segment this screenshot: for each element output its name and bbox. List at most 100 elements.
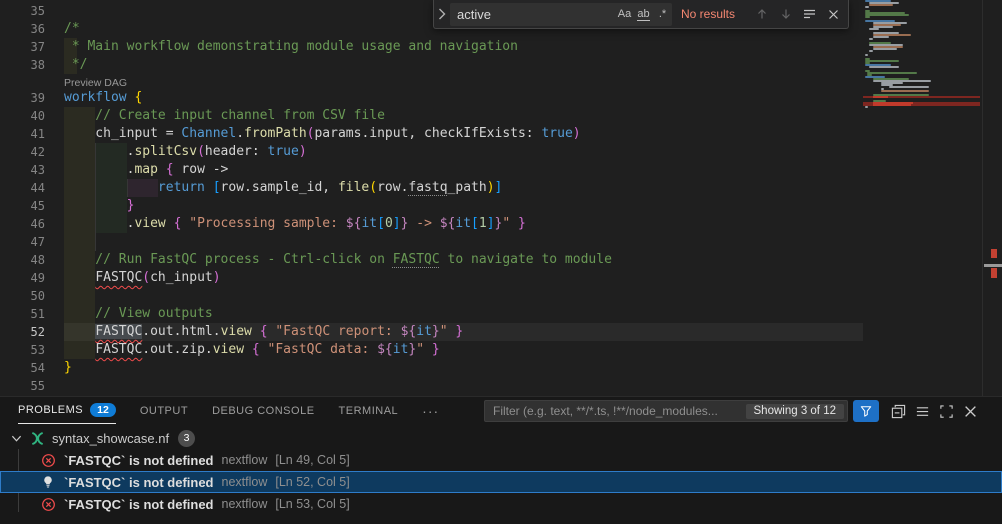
cursor-position-mark bbox=[984, 264, 1002, 267]
problem-message: `FASTQC` is not defined bbox=[64, 497, 214, 512]
close-find-button[interactable] bbox=[823, 4, 844, 25]
problem-location: [Ln 52, Col 5] bbox=[275, 475, 349, 489]
code-token: FASTQC bbox=[95, 324, 142, 339]
code-token: " bbox=[416, 342, 424, 357]
code-token bbox=[244, 342, 252, 357]
code-token: ] bbox=[393, 216, 401, 231]
code-token: "Processing sample: bbox=[189, 216, 346, 231]
code-token: view bbox=[134, 216, 165, 231]
code-token: file bbox=[338, 180, 369, 195]
code-token bbox=[64, 198, 127, 213]
problem-row[interactable]: `FASTQC` is not defined nextflow [Ln 53,… bbox=[0, 493, 1002, 515]
code-line[interactable]: } bbox=[64, 197, 863, 215]
error-icon bbox=[40, 496, 56, 512]
find-next-button[interactable] bbox=[775, 4, 796, 25]
code-editor[interactable]: 3536373839404142434445464748495051525354… bbox=[0, 0, 1002, 396]
code-line[interactable]: * Main workflow demonstrating module usa… bbox=[64, 38, 863, 56]
minimap-line bbox=[867, 72, 917, 74]
error-mark bbox=[991, 268, 997, 278]
code-token: row. bbox=[377, 180, 408, 195]
funnel-icon bbox=[860, 405, 872, 417]
line-number: 47 bbox=[0, 233, 64, 251]
editor-lines[interactable]: /* * Main workflow demonstrating module … bbox=[64, 2, 863, 395]
code-line[interactable]: .splitCsv(header: true) bbox=[64, 143, 863, 161]
code-line[interactable]: FASTQC(ch_input) bbox=[64, 269, 863, 287]
code-token: true bbox=[541, 126, 572, 141]
code-line[interactable]: .view { "Processing sample: ${it[0]} -> … bbox=[64, 215, 863, 233]
problem-row-selected[interactable]: `FASTQC` is not defined nextflow [Ln 52,… bbox=[0, 471, 1002, 493]
collapse-all-button[interactable] bbox=[890, 403, 907, 420]
selection-lines-icon bbox=[803, 8, 816, 20]
line-number: 41 bbox=[0, 125, 64, 143]
code-line[interactable] bbox=[64, 377, 863, 395]
line-number: 43 bbox=[0, 161, 64, 179]
tab-output[interactable]: OUTPUT bbox=[140, 397, 188, 424]
code-token: } bbox=[518, 216, 526, 231]
code-token bbox=[64, 270, 95, 285]
code-token: * Main workflow demonstrating module usa… bbox=[64, 39, 518, 54]
collapse-all-icon bbox=[891, 404, 906, 419]
code-token: row -> bbox=[174, 162, 229, 177]
code-line[interactable]: FASTQC.out.zip.view { "FastQC data: ${it… bbox=[64, 341, 863, 359]
bottom-panel: PROBLEMS 12 OUTPUT DEBUG CONSOLE TERMINA… bbox=[0, 396, 1002, 524]
code-line[interactable]: ch_input = Channel.fromPath(params.input… bbox=[64, 125, 863, 143]
close-panel-button[interactable] bbox=[962, 403, 979, 420]
code-line[interactable]: */ bbox=[64, 56, 863, 74]
line-number: 35 bbox=[0, 2, 64, 20]
maximize-panel-button[interactable] bbox=[938, 403, 955, 420]
filter-funnel-button[interactable] bbox=[853, 400, 879, 422]
tab-debug-console[interactable]: DEBUG CONSOLE bbox=[212, 397, 314, 424]
code-token: fromPath bbox=[244, 126, 307, 141]
indent-tint bbox=[64, 287, 95, 305]
code-line[interactable]: .map { row -> bbox=[64, 161, 863, 179]
more-views-icon[interactable]: ··· bbox=[422, 403, 439, 419]
code-token: ${ bbox=[440, 216, 456, 231]
problems-count-badge: 12 bbox=[90, 403, 116, 417]
code-token: to navigate to module bbox=[440, 252, 612, 267]
minimap-error-core bbox=[873, 96, 888, 98]
minimap-line bbox=[869, 38, 873, 40]
code-line[interactable]: workflow { bbox=[64, 89, 863, 107]
code-token: . bbox=[236, 126, 244, 141]
code-token: . bbox=[64, 216, 134, 231]
problem-location: [Ln 49, Col 5] bbox=[275, 453, 349, 467]
code-line[interactable]: // Run FastQC process - Ctrl-click on FA… bbox=[64, 251, 863, 269]
minimap-line bbox=[881, 90, 929, 92]
code-token: ( bbox=[369, 180, 377, 195]
close-icon bbox=[828, 9, 839, 20]
line-number: 44 bbox=[0, 179, 64, 197]
chevron-down-icon[interactable] bbox=[8, 430, 24, 446]
match-case-icon[interactable]: Aa bbox=[615, 5, 634, 24]
code-token: ch_input = bbox=[64, 126, 181, 141]
whole-word-icon[interactable]: ab bbox=[634, 5, 653, 24]
toggle-replace-button[interactable] bbox=[434, 0, 450, 28]
code-token bbox=[64, 180, 158, 195]
code-token bbox=[205, 180, 213, 195]
find-previous-button[interactable] bbox=[751, 4, 772, 25]
problem-row[interactable]: `FASTQC` is not defined nextflow [Ln 49,… bbox=[0, 449, 1002, 471]
minimap[interactable] bbox=[863, 0, 982, 396]
overview-ruler[interactable] bbox=[982, 0, 1002, 396]
filter-input[interactable]: Filter (e.g. text, **/*.ts, !**/node_mod… bbox=[484, 400, 848, 422]
code-token: ] bbox=[487, 216, 495, 231]
code-token: { bbox=[260, 324, 268, 339]
code-line[interactable]: FASTQC.out.html.view { "FastQC report: $… bbox=[64, 323, 863, 341]
tab-terminal[interactable]: TERMINAL bbox=[339, 397, 399, 424]
line-number: 38 bbox=[0, 56, 64, 74]
problems-file-group[interactable]: syntax_showcase.nf 3 bbox=[0, 427, 1002, 449]
code-token bbox=[64, 342, 95, 357]
code-line[interactable]: return [row.sample_id, file(row.fastq_pa… bbox=[64, 179, 863, 197]
view-as-table-button[interactable] bbox=[914, 403, 931, 420]
codelens-preview-dag[interactable]: Preview DAG bbox=[64, 77, 127, 89]
code-line[interactable] bbox=[64, 233, 863, 251]
find-in-selection-button[interactable] bbox=[799, 4, 820, 25]
tab-problems[interactable]: PROBLEMS 12 bbox=[18, 397, 116, 424]
problem-message: `FASTQC` is not defined bbox=[64, 475, 214, 490]
code-line[interactable]: } bbox=[64, 359, 863, 377]
code-line[interactable] bbox=[64, 287, 863, 305]
code-line[interactable]: // Create input channel from CSV file bbox=[64, 107, 863, 125]
code-line[interactable]: // View outputs bbox=[64, 305, 863, 323]
code-token: ) bbox=[213, 270, 221, 285]
find-input[interactable]: active Aa ab .* bbox=[450, 3, 672, 26]
regex-icon[interactable]: .* bbox=[653, 5, 672, 24]
